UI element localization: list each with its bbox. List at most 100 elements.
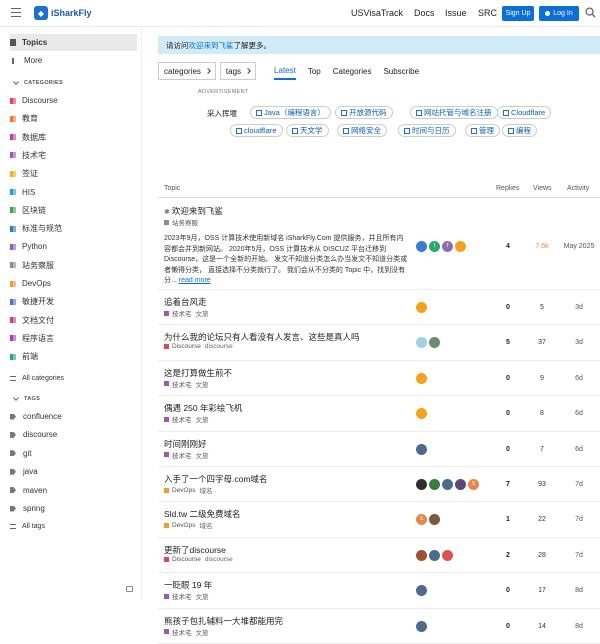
topic-tag[interactable]: 文旅 [196,308,209,318]
promo-pill[interactable]: Java（编程语言） [250,106,331,119]
sidebar-item-topics[interactable]: Topics [10,34,137,51]
topic-title[interactable]: ✱ 欢迎来到飞鲨 [164,205,223,217]
topic-title[interactable]: 熊孩子包扎辅料一大堆都能用完 [164,615,283,627]
topic-category[interactable]: 技术宅 文旅 [164,414,209,424]
avatar[interactable] [416,241,427,252]
topic-activity[interactable]: 6d [559,410,599,417]
avatar[interactable]: T [442,241,453,252]
tab-subscribe[interactable]: Subscribe [383,62,419,80]
search-icon[interactable] [585,7,596,18]
topic-activity[interactable]: 8d [559,623,599,630]
topic-tag[interactable]: 文旅 [196,627,209,637]
topic-tag[interactable]: 域名 [199,520,212,530]
topic-category[interactable]: Discourse discourse [164,556,233,563]
avatar[interactable]: I [429,241,440,252]
topic-tag[interactable]: 文旅 [196,414,209,424]
topic-title[interactable]: Sld.tw 二级免费域名 [164,508,241,520]
avatar[interactable] [416,302,427,313]
sidebar-tag-item[interactable]: java [10,463,38,480]
tags-section-header[interactable]: TAGS [13,395,40,402]
topic-title[interactable]: 更新了discourse [164,544,226,556]
categories-dropdown[interactable]: categories [158,62,216,80]
topic-activity[interactable]: 6d [559,446,599,453]
sidebar-category-item[interactable]: 前端 [10,348,38,365]
topic-category[interactable]: 技术宅 文旅 [164,379,209,389]
promo-pill[interactable]: 编程 [502,124,537,137]
avatar[interactable] [429,337,440,349]
sidebar-category-item[interactable]: 文档文付 [10,312,54,329]
tab-categories[interactable]: Categories [333,62,372,80]
sidebar-item-more[interactable]: More [10,52,42,69]
avatar[interactable]: S [416,514,427,526]
avatar[interactable] [429,549,440,561]
sidebar-category-item[interactable]: 程序语言 [10,330,54,347]
header-link-docs[interactable]: Docs [414,8,435,18]
sidebar-category-item[interactable]: 技术宅 [10,147,46,164]
topic-category[interactable]: DevOps 域名 [164,520,212,530]
avatar[interactable] [429,479,440,490]
keyboard-shortcuts-icon[interactable] [126,586,133,592]
topic-row[interactable]: 时间刚刚好 技术宅 文旅 0 7 6d [158,432,600,467]
topic-activity[interactable]: 8d [559,587,599,594]
sidebar-category-item[interactable]: 教育 [10,110,38,127]
topic-tag[interactable]: 文旅 [196,379,209,389]
tab-latest[interactable]: Latest [274,62,296,80]
topic-title[interactable]: 入手了一个四字母.com域名 [164,473,267,485]
header-topic[interactable]: Topic [164,185,180,192]
promo-pill[interactable]: 网络安全 [337,124,387,137]
sidebar-tag-item[interactable]: spring [10,500,45,517]
header-link-usvisatrack[interactable]: USVisaTrack [351,8,403,18]
header-link-src[interactable]: SRC [478,8,497,18]
sidebar-tag-item[interactable]: discourse [10,426,57,443]
topic-row[interactable]: 一眨眼 19 年技术宅 文旅 0 17 8d [158,573,600,609]
promo-pill[interactable]: Cloudflare [497,106,552,119]
sidebar-category-item[interactable]: 站务察服 [10,257,54,274]
topic-row[interactable]: 为什么我的论坛只有人看没有人发言、这些是真人吗 Discourse discours… [158,325,600,361]
topic-category[interactable]: Discourse discourse [164,343,233,350]
header-replies[interactable]: Replies [496,185,519,192]
topic-category[interactable]: 技术宅 文旅 [164,627,209,637]
topic-title[interactable]: 追着台风走 [164,296,207,308]
topic-tag[interactable]: discourse [205,343,233,350]
topic-row[interactable]: 追着台风走 技术宅 文旅 0 5 3d [158,290,600,326]
topic-row[interactable]: 更新了discourse Discourse discourse 2 28 7d [158,538,600,574]
sidebar-item-all-categories[interactable]: All categories [10,370,64,387]
promo-pill[interactable]: 天文学 [286,124,329,137]
sidebar-item-all-tags[interactable]: All tags [10,518,45,535]
avatar[interactable]: S [468,479,479,490]
categories-section-header[interactable]: CATEGORIES [13,79,63,86]
topic-activity[interactable]: 6d [559,375,599,382]
topic-row[interactable]: 熊孩子包扎辅料一大堆都能用完 技术宅 文旅 0 14 8d [158,609,600,644]
avatar[interactable] [416,620,427,632]
topic-tag[interactable]: discourse [205,556,233,563]
sidebar-category-item[interactable]: HIS [10,184,35,201]
tags-dropdown[interactable]: tags [219,62,257,80]
topic-row[interactable]: 入手了一个四字母.com域名 DevOps 域名 S 7 93 7d [158,467,600,503]
site-logo[interactable]: ◆ iSharkFly [34,6,92,20]
topic-tag[interactable]: 文旅 [196,450,209,460]
signup-button[interactable]: Sign Up [502,6,534,21]
sidebar-tag-item[interactable]: git [10,445,31,462]
avatar[interactable] [455,479,466,490]
topic-activity[interactable]: 7d [559,552,599,559]
avatar[interactable] [416,549,427,561]
sidebar-category-item[interactable]: 敏捷开发 [10,293,54,310]
topic-tag[interactable]: 域名 [199,485,212,495]
topic-category[interactable]: 技术宅 文旅 [164,450,209,460]
avatar[interactable] [455,241,466,252]
sidebar-category-item[interactable]: Python [10,238,47,255]
topic-row[interactable]: 这是打算做生煎不 技术宅 文旅 0 9 6d [158,361,600,397]
promo-pill[interactable]: cloudflare [230,124,283,137]
topic-row[interactable]: ✱ 欢迎来到飞鲨 站务察服 2023年9月，OSS 计算技术使用新域名 iShark… [158,199,600,290]
login-button[interactable]: Log In [539,6,579,21]
promo-pill[interactable]: 管理 [465,124,500,137]
sidebar-category-item[interactable]: 区块链 [10,202,46,219]
topic-title[interactable]: 时间刚刚好 [164,438,207,450]
header-views[interactable]: Views [533,185,552,192]
topic-activity[interactable]: 3d [559,304,599,311]
sidebar-tag-item[interactable]: maven [10,482,47,499]
topic-activity[interactable]: 3d [559,339,599,346]
promo-pill[interactable]: 时间与日历 [398,124,456,137]
avatar[interactable] [429,514,440,526]
hamburger-menu-icon[interactable] [11,8,21,17]
